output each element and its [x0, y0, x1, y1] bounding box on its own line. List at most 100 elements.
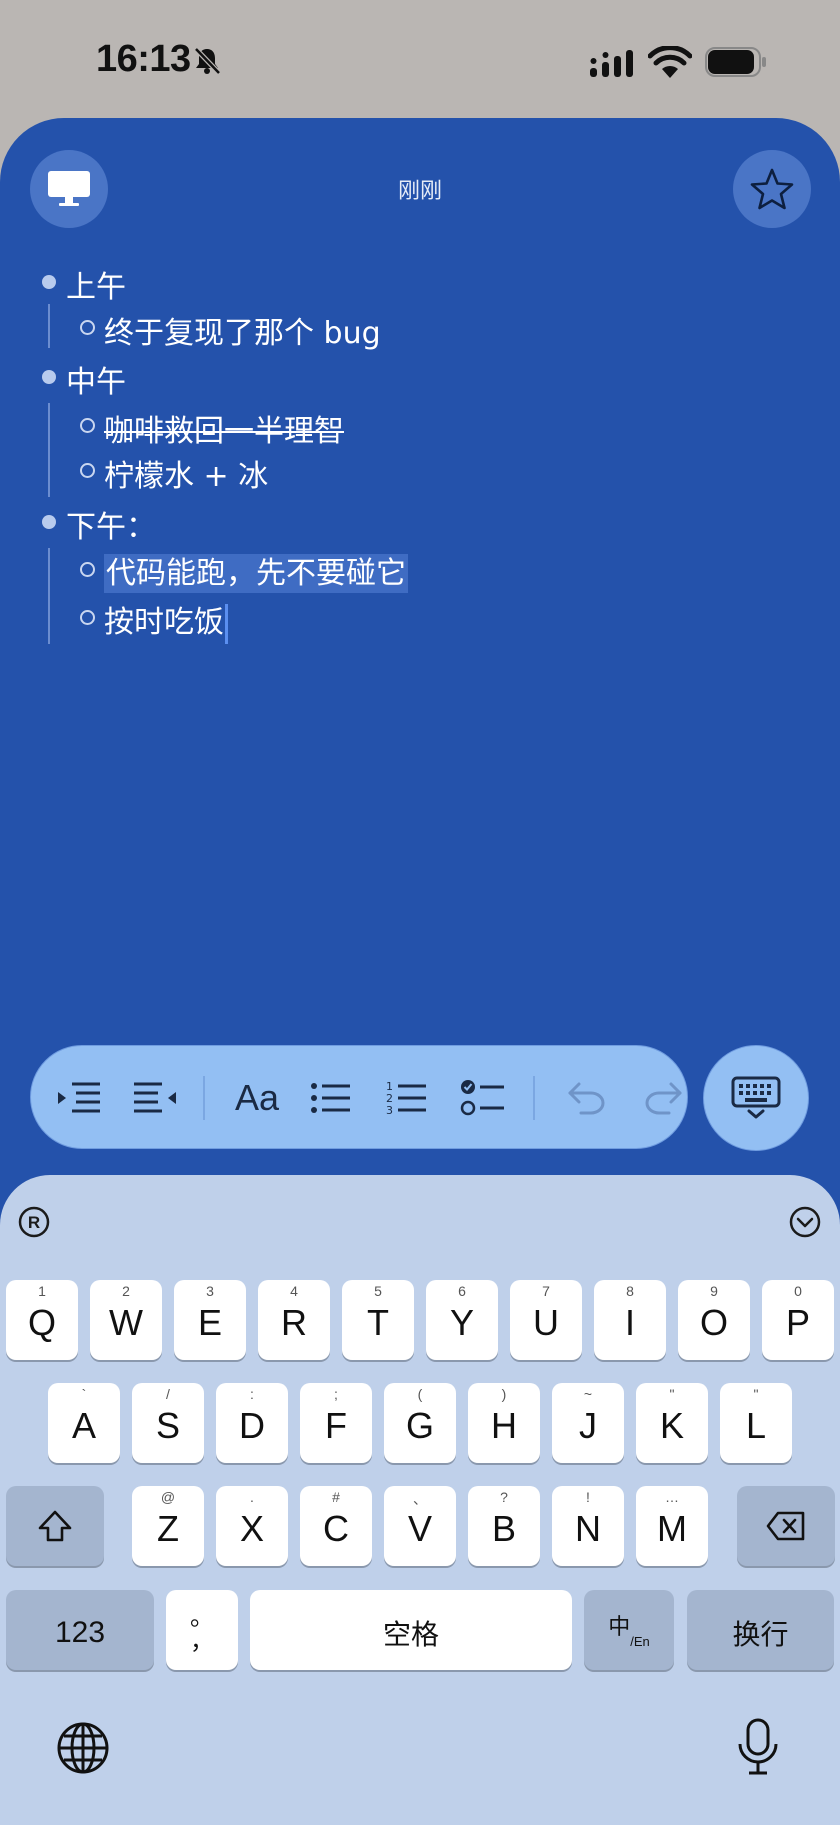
key-hint: / [166, 1386, 170, 1402]
section-heading[interactable]: 下午： [66, 502, 156, 546]
return-key[interactable]: 换行 [687, 1590, 834, 1670]
key-a[interactable]: ` A [48, 1383, 120, 1463]
section-heading[interactable]: 上午 [66, 262, 126, 306]
key-label: D [239, 1405, 265, 1446]
key-f[interactable]: ; F [300, 1383, 372, 1463]
key-g[interactable]: (G [384, 1383, 456, 1463]
backspace-icon [766, 1511, 805, 1541]
bullet-dot[interactable] [42, 515, 56, 529]
key-e[interactable]: 3E [174, 1280, 246, 1360]
dismiss-keyboard-button[interactable] [703, 1045, 809, 1151]
list-item-text[interactable]: 按时吃饭 [104, 605, 224, 640]
shift-key[interactable] [6, 1486, 104, 1566]
checklist-button[interactable] [455, 1070, 511, 1126]
undo-button[interactable] [559, 1070, 615, 1126]
key-hint: " [669, 1386, 675, 1402]
indent-guide [48, 304, 50, 348]
status-bar: 16:13 [0, 0, 840, 118]
numbered-list-button[interactable]: 1 2 3 [379, 1070, 435, 1126]
key-label: A [71, 1405, 96, 1446]
registered-icon[interactable]: R [17, 1205, 51, 1239]
key-y[interactable]: 6Y [426, 1280, 498, 1360]
key-hint: 3 [206, 1283, 214, 1299]
key-label: F [325, 1405, 347, 1446]
indent-icon [58, 1082, 100, 1113]
favorite-button[interactable] [733, 150, 811, 228]
key-label: P [785, 1302, 810, 1343]
outdent-button[interactable] [127, 1070, 183, 1126]
space-key[interactable]: 空格 [250, 1590, 572, 1670]
key-hint: ` [81, 1386, 87, 1402]
key-hint: 1 [38, 1283, 46, 1299]
indent-button[interactable] [51, 1070, 107, 1126]
key-k[interactable]: " K [636, 1383, 708, 1463]
star-icon [750, 168, 794, 210]
key-b[interactable]: ? B [468, 1486, 540, 1566]
numbers-key[interactable]: 123 [6, 1590, 154, 1670]
undo-icon [568, 1082, 605, 1115]
selected-text[interactable]: 代码能跑，先不要碰它 [104, 554, 408, 593]
key-v[interactable]: 、 V [384, 1486, 456, 1566]
key-l[interactable]: " L [720, 1383, 792, 1463]
bullet-circle[interactable] [80, 562, 95, 577]
punctuation-key[interactable]: 。， [166, 1590, 238, 1670]
key-n[interactable]: ! N [552, 1486, 624, 1566]
bullet-list-button[interactable] [303, 1070, 359, 1126]
battery-icon [705, 47, 766, 77]
key-x[interactable]: .X [216, 1486, 288, 1566]
key-t[interactable]: 5T [342, 1280, 414, 1360]
globe-icon[interactable] [55, 1720, 111, 1776]
key-i[interactable]: 8I [594, 1280, 666, 1360]
bullet-circle[interactable] [80, 610, 95, 625]
key-hint: : [250, 1386, 254, 1402]
language-switch-key[interactable]: 中/En [584, 1590, 674, 1670]
collapse-chevron-icon[interactable] [788, 1205, 822, 1239]
bullet-dot[interactable] [42, 370, 56, 384]
key-hint: ( [417, 1386, 423, 1402]
key-label: C [323, 1508, 349, 1549]
microphone-icon[interactable] [737, 1718, 779, 1776]
key-w[interactable]: 2W [90, 1280, 162, 1360]
key-label: J [579, 1405, 597, 1446]
key-u[interactable]: 7U [510, 1280, 582, 1360]
key-p[interactable]: 0P [762, 1280, 834, 1360]
bullet-dot[interactable] [42, 275, 56, 289]
key-hint: ) [501, 1386, 507, 1402]
bullet-circle[interactable] [80, 463, 95, 478]
list-item-completed[interactable]: 咖啡救回一半理智 [104, 406, 344, 450]
key-hint: 、 [413, 1491, 427, 1507]
redo-icon [645, 1082, 682, 1115]
outdent-icon [134, 1082, 176, 1113]
key-c[interactable]: # C [300, 1486, 372, 1566]
key-label: Q [27, 1302, 56, 1343]
delete-key[interactable] [737, 1486, 835, 1566]
key-s[interactable]: / S [132, 1383, 204, 1463]
key-j[interactable]: ~ J [552, 1383, 624, 1463]
signal-icon [590, 50, 633, 77]
key-d[interactable]: :D [216, 1383, 288, 1463]
key-z[interactable]: @ Z [132, 1486, 204, 1566]
key-r[interactable]: 4R [258, 1280, 330, 1360]
key-hint: ~ [583, 1386, 593, 1402]
redo-button[interactable] [635, 1070, 691, 1126]
key-hint: ; [334, 1386, 338, 1402]
key-o[interactable]: 9O [678, 1280, 750, 1360]
key-label: /En [630, 1633, 650, 1649]
keyboard-dismiss-icon [731, 1076, 781, 1119]
section-heading[interactable]: 中午 [66, 357, 126, 401]
text-format-button[interactable]: Aa [229, 1070, 285, 1126]
key-m[interactable]: … M [636, 1486, 708, 1566]
bullet-circle[interactable] [80, 418, 95, 433]
list-item[interactable]: 按时吃饭 [104, 597, 228, 644]
svg-text:R: R [28, 1213, 40, 1232]
wifi-icon [648, 46, 692, 78]
svg-text:3: 3 [386, 1104, 393, 1116]
bullet-circle[interactable] [80, 320, 95, 335]
key-q[interactable]: 1Q [6, 1280, 78, 1360]
list-item[interactable]: 柠檬水 + 冰 [104, 451, 268, 495]
key-hint: # [332, 1489, 340, 1505]
list-item-selected[interactable]: 代码能跑，先不要碰它 [104, 548, 408, 593]
list-item[interactable]: 终于复现了那个 bug [104, 308, 381, 352]
note-timestamp: 刚刚 [397, 179, 442, 204]
key-h[interactable]: ) H [468, 1383, 540, 1463]
